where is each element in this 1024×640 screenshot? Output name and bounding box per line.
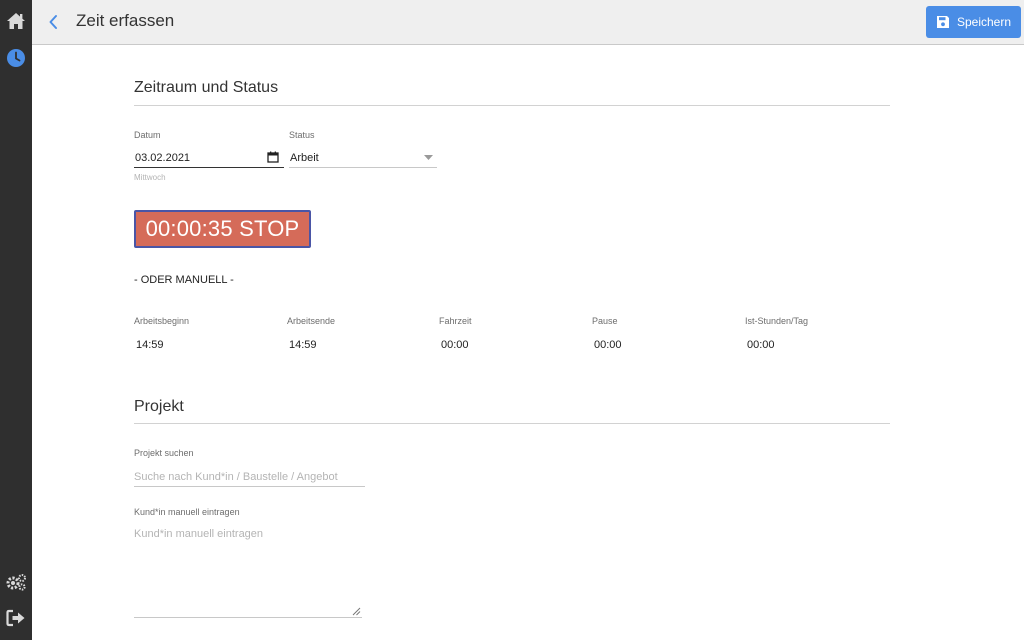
time-input-break[interactable]: 00:00 <box>594 339 622 351</box>
logout-icon <box>6 609 25 627</box>
sidebar-item-home[interactable] <box>0 5 32 37</box>
home-icon <box>7 13 25 29</box>
project-search-label: Projekt suchen <box>134 448 194 458</box>
sidebar <box>0 0 32 640</box>
save-button-label: Speichern <box>956 15 1012 29</box>
date-field[interactable]: 03.02.2021 <box>135 152 190 164</box>
time-input-travel[interactable]: 00:00 <box>441 339 469 351</box>
chevron-left-icon <box>49 15 57 29</box>
sidebar-item-logout[interactable] <box>0 602 32 634</box>
resize-handle-icon[interactable] <box>352 607 361 616</box>
status-underline <box>289 167 437 168</box>
time-label-break: Pause <box>592 316 618 326</box>
time-label-start: Arbeitsbeginn <box>134 316 190 326</box>
top-bar: Zeit erfassen Speichern <box>32 0 1024 45</box>
section-title-project: Projekt <box>134 398 184 415</box>
date-label: Datum <box>134 130 161 140</box>
time-label-travel: Fahrzeit <box>439 316 472 326</box>
section-title-period-status: Zeitraum und Status <box>134 79 279 96</box>
dropdown-arrow-icon[interactable] <box>424 155 433 160</box>
time-input-end[interactable]: 14:59 <box>289 339 317 351</box>
save-button[interactable]: Speichern <box>926 6 1021 38</box>
manual-divider-label: - ODER MANUELL - <box>134 274 234 286</box>
status-select[interactable]: Arbeit <box>290 152 319 164</box>
floppy-disk-icon <box>936 16 949 28</box>
page-title: Zeit erfassen <box>76 11 175 30</box>
clock-icon <box>7 49 25 67</box>
weekday-hint: Mittwoch <box>134 173 166 182</box>
time-input-start[interactable]: 14:59 <box>136 339 164 351</box>
sidebar-item-settings[interactable] <box>0 566 32 598</box>
app-window: Zeit erfassen Speichern Zeitraum und Sta… <box>0 0 1024 640</box>
time-label-actual-hours: Ist-Stunden/Tag <box>745 316 809 326</box>
project-search-input[interactable]: Suche nach Kund*in / Baustelle / Angebot <box>134 471 338 483</box>
sidebar-item-time[interactable] <box>0 42 32 74</box>
back-button[interactable] <box>44 12 62 32</box>
section-divider <box>134 105 890 106</box>
time-value-actual-hours: 00:00 <box>747 339 775 351</box>
project-search-underline <box>134 486 365 487</box>
customer-manual-placeholder: Kund*in manuell eintragen <box>134 528 264 540</box>
date-underline <box>134 167 284 168</box>
customer-manual-label: Kund*in manuell eintragen <box>134 507 240 517</box>
status-label: Status <box>289 130 315 140</box>
timer-stop-button[interactable]: 00:00:35 STOP <box>134 210 311 248</box>
gears-icon <box>6 574 26 591</box>
calendar-icon[interactable] <box>267 151 279 163</box>
section-divider <box>134 423 890 424</box>
time-label-end: Arbeitsende <box>287 316 336 326</box>
